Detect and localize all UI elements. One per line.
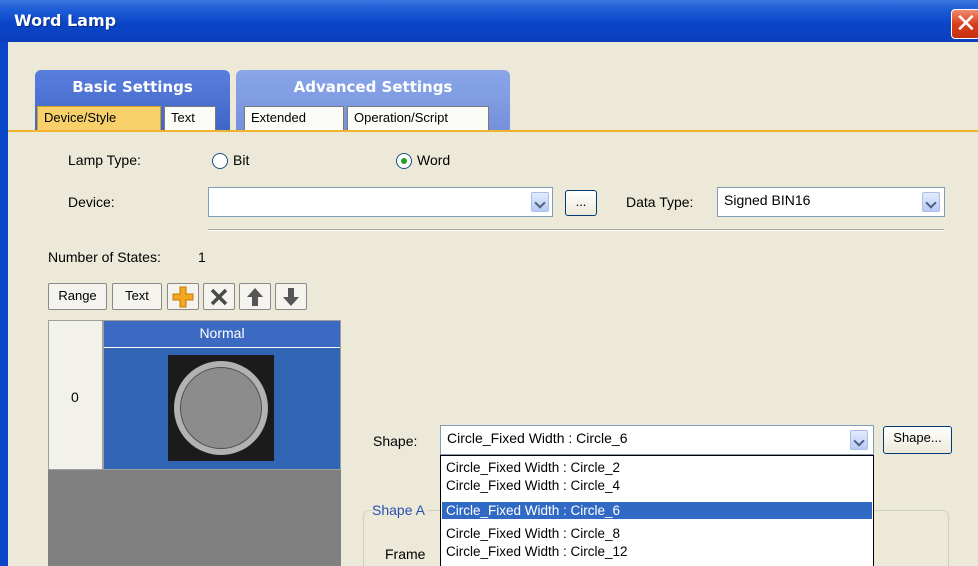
radio-bit-label[interactable]: Bit — [233, 152, 249, 168]
title-bar[interactable]: Word Lamp ✕ — [0, 0, 978, 42]
number-of-states-value: 1 — [198, 249, 206, 265]
close-icon: ✕ — [955, 9, 977, 39]
state-list-empty-area — [48, 470, 341, 566]
state-header-normal: Normal — [104, 321, 340, 348]
text-button[interactable]: Text — [112, 283, 162, 310]
tab-group-advanced-title: Advanced Settings — [293, 78, 453, 96]
move-up-button[interactable] — [239, 283, 271, 310]
shape-option-circle-8[interactable]: Circle_Fixed Width : Circle_8 — [442, 525, 872, 542]
shape-dropdown-list[interactable]: Circle_Fixed Width : Circle_2 Circle_Fix… — [440, 455, 874, 566]
device-combobox[interactable] — [208, 187, 553, 217]
dialog-window: Word Lamp ✕ Basic Settings Device/Style … — [0, 0, 978, 566]
shape-label: Shape: — [373, 433, 418, 449]
shape-option-circle-6[interactable]: Circle_Fixed Width : Circle_6 — [442, 502, 872, 519]
device-label: Device: — [68, 194, 115, 210]
delete-icon — [210, 288, 228, 306]
data-type-select[interactable]: Signed BIN16 — [717, 187, 945, 217]
device-dropdown-button[interactable] — [531, 192, 549, 212]
shape-option-circle-12[interactable]: Circle_Fixed Width : Circle_12 — [442, 543, 872, 560]
tab-device-style[interactable]: Device/Style — [37, 106, 161, 130]
tab-group-basic-title: Basic Settings — [72, 78, 193, 96]
tab-text[interactable]: Text — [164, 106, 216, 130]
shape-select[interactable]: Circle_Fixed Width : Circle_6 — [440, 425, 874, 455]
window-border — [0, 42, 8, 566]
state-index-column[interactable]: 0 — [48, 320, 103, 470]
lamp-type-label: Lamp Type: — [68, 152, 141, 168]
shape-dropdown-button[interactable] — [850, 430, 868, 450]
shape-option-circle-4[interactable]: Circle_Fixed Width : Circle_4 — [442, 477, 872, 494]
shape-attribute-label: Shape A — [372, 502, 427, 518]
shape-option-circle-2[interactable]: Circle_Fixed Width : Circle_2 — [442, 459, 872, 476]
close-button[interactable]: ✕ — [951, 9, 978, 39]
number-of-states-label: Number of States: — [48, 249, 161, 265]
device-browse-button[interactable]: ... — [565, 190, 597, 216]
window-title: Word Lamp — [14, 11, 117, 30]
arrow-down-icon — [283, 288, 299, 306]
radio-word-label[interactable]: Word — [417, 152, 450, 168]
tab-extended[interactable]: Extended — [244, 106, 344, 130]
section-divider — [208, 229, 944, 231]
shape-button[interactable]: Shape... — [883, 426, 952, 454]
radio-word[interactable] — [396, 153, 412, 169]
lamp-circle-icon — [174, 361, 268, 455]
add-icon — [172, 286, 194, 308]
radio-bit[interactable] — [212, 153, 228, 169]
state-row-0[interactable]: Normal — [103, 320, 341, 470]
delete-state-button[interactable] — [203, 283, 235, 310]
frame-color-label: Frame — [385, 546, 426, 562]
data-type-label: Data Type: — [626, 194, 694, 210]
data-type-dropdown-button[interactable] — [922, 192, 940, 212]
move-down-button[interactable] — [275, 283, 307, 310]
lamp-preview — [168, 355, 274, 461]
radio-selected-dot — [401, 158, 407, 164]
tab-operation-script[interactable]: Operation/Script — [347, 106, 489, 130]
add-state-button[interactable] — [167, 283, 199, 310]
arrow-up-icon — [247, 288, 263, 306]
lamp-circle-inner — [180, 367, 262, 449]
state-index-0: 0 — [71, 389, 79, 405]
range-button[interactable]: Range — [48, 283, 107, 310]
